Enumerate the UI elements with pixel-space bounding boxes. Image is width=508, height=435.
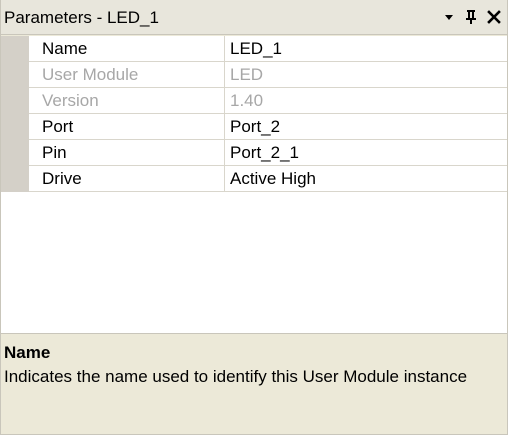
property-row-drive[interactable]: Drive Active High — [1, 166, 507, 192]
property-name: User Module — [42, 65, 139, 84]
property-value: Active High — [230, 169, 316, 188]
property-value-cell[interactable]: 1.40 — [225, 88, 507, 114]
description-pane: Name Indicates the name used to identify… — [1, 339, 507, 434]
property-value-cell[interactable]: Port_2_1 — [225, 140, 507, 166]
property-value-cell[interactable]: LED — [225, 62, 507, 88]
property-row-pin[interactable]: Pin Port_2_1 — [1, 140, 507, 166]
parameters-panel: Parameters - LED_1 Name LED_1 User Modul… — [0, 0, 508, 435]
property-value: LED — [230, 65, 264, 84]
property-name-cell[interactable]: Pin — [29, 140, 225, 166]
property-name-cell[interactable]: User Module — [29, 62, 225, 88]
property-value: LED_1 — [230, 39, 282, 58]
panel-title: Parameters - LED_1 — [4, 8, 159, 27]
row-gutter — [1, 36, 29, 62]
property-name-cell[interactable]: Drive — [29, 166, 225, 192]
row-gutter — [1, 114, 29, 140]
property-name-cell[interactable]: Version — [29, 88, 225, 114]
property-row-name[interactable]: Name LED_1 — [1, 36, 507, 62]
property-row-port[interactable]: Port Port_2 — [1, 114, 507, 140]
row-gutter — [1, 140, 29, 166]
close-icon[interactable] — [484, 7, 504, 27]
pin-icon[interactable] — [461, 7, 481, 27]
property-name: Pin — [42, 143, 67, 162]
property-name: Port — [42, 117, 74, 136]
property-value: Port_2_1 — [230, 143, 299, 162]
property-value-cell[interactable]: Port_2 — [225, 114, 507, 140]
property-row-user-module[interactable]: User Module LED — [1, 62, 507, 88]
property-value: Port_2 — [230, 117, 281, 136]
description-title: Name — [4, 343, 51, 362]
property-value: 1.40 — [230, 91, 264, 110]
row-gutter — [1, 88, 29, 114]
property-name-cell[interactable]: Port — [29, 114, 225, 140]
row-gutter — [1, 166, 29, 192]
panel-titlebar[interactable]: Parameters - LED_1 — [1, 0, 507, 35]
property-row-version[interactable]: Version 1.40 — [1, 88, 507, 114]
property-name-cell[interactable]: Name — [29, 36, 225, 62]
property-value-cell[interactable]: LED_1 — [225, 36, 507, 62]
property-name: Name — [42, 39, 88, 58]
row-gutter — [1, 62, 29, 88]
property-name: Version — [42, 91, 99, 110]
chevron-down-icon[interactable] — [439, 7, 459, 27]
property-grid[interactable]: Name LED_1 User Module LED Version 1.40 — [1, 36, 507, 333]
property-value-cell[interactable]: Active High — [225, 166, 507, 192]
description-text: Indicates the name used to identify this… — [4, 367, 468, 386]
property-name: Drive — [42, 169, 82, 188]
